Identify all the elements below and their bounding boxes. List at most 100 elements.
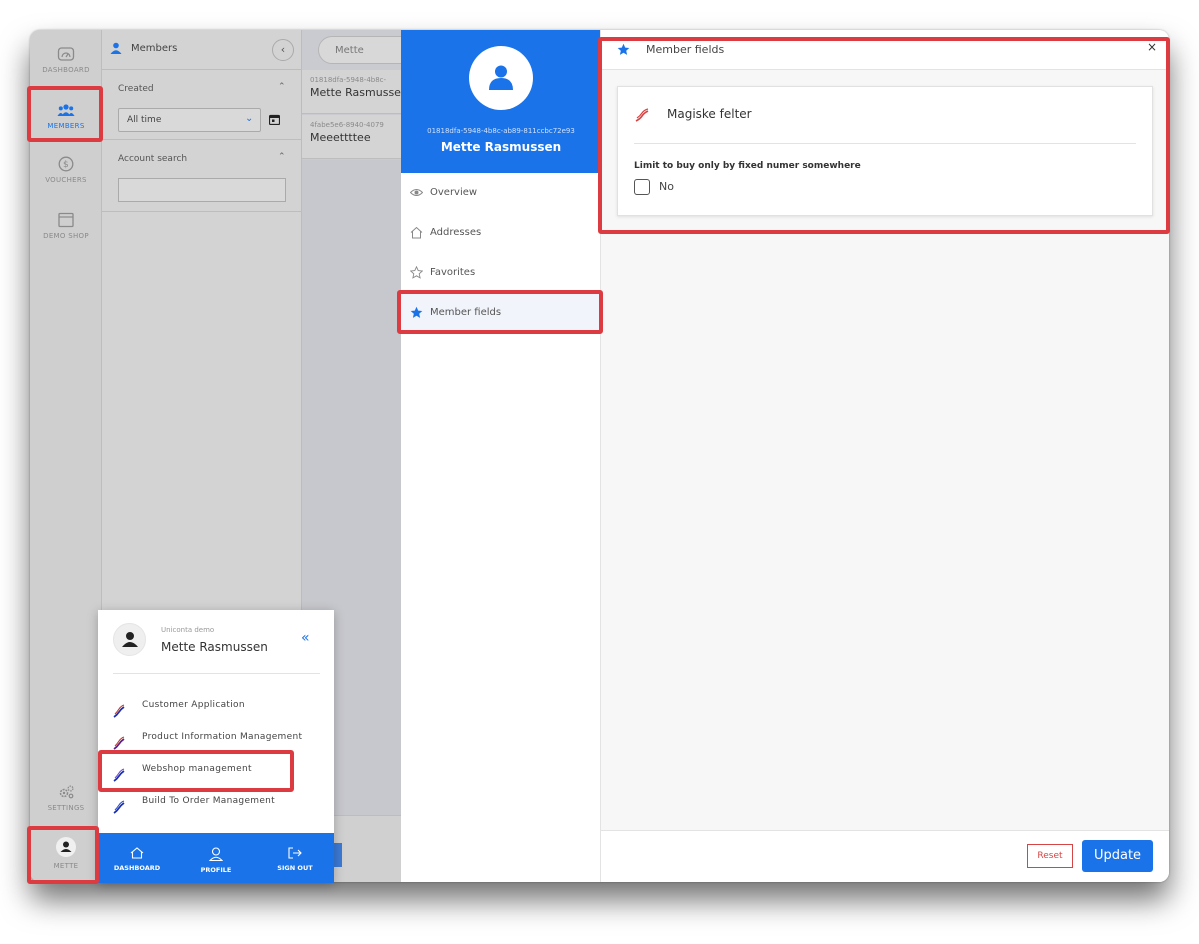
reset-button[interactable]: Reset <box>1027 844 1073 868</box>
popup-profile-label: PROFILE <box>200 866 232 874</box>
nav-item-label: Addresses <box>430 227 482 238</box>
created-select[interactable]: All time ⌄ <box>118 108 261 132</box>
card-title: Magiske felter <box>667 107 752 121</box>
chevron-up-icon[interactable]: ⌃ <box>278 82 286 92</box>
popup-divider <box>113 673 320 674</box>
popup-profile-button[interactable]: PROFILE <box>177 833 255 883</box>
update-button[interactable]: Update <box>1082 840 1153 872</box>
svg-text:$: $ <box>63 160 69 170</box>
list-item-id: 4fabe5e6-8940-4079 <box>310 121 384 129</box>
limit-checkbox[interactable] <box>634 179 650 195</box>
app-link-icon <box>113 768 125 782</box>
sign-out-icon <box>288 847 302 859</box>
profile-banner: 01818dfa-5948-4b8c-ab89-811ccbc72e93 Met… <box>401 30 600 173</box>
app-link-icon <box>113 800 125 814</box>
members-group-icon <box>57 104 75 116</box>
star-outline-icon <box>410 266 423 279</box>
app-item-label: Build To Order Management <box>142 796 276 806</box>
list-item[interactable]: 4fabe5e6-8940-4079 Meeettttee <box>302 115 402 159</box>
star-filled-icon <box>410 306 423 318</box>
popup-organization: Uniconta demo <box>161 626 215 634</box>
list-item[interactable]: 01818dfa-5948-4b8c- Mette Rasmusse <box>302 70 402 114</box>
popup-sign-out-label: SIGN OUT <box>277 864 313 872</box>
chevron-up-icon[interactable]: ⌃ <box>278 152 286 162</box>
magic-wand-icon <box>635 108 649 122</box>
app-item-label: Customer Application <box>142 700 245 710</box>
popup-user-name: Mette Rasmussen <box>161 640 268 654</box>
popup-sign-out-button[interactable]: SIGN OUT <box>256 833 334 883</box>
rail-label-settings: SETTINGS <box>47 804 85 812</box>
profile-id: 01818dfa-5948-4b8c-ab89-811ccbc72e93 <box>427 127 575 135</box>
list-item-name: Meeettttee <box>310 131 371 144</box>
chevron-down-icon: ⌄ <box>245 113 254 124</box>
field-label: Limit to buy only by fixed numer somewhe… <box>634 161 861 171</box>
list-item-name: Mette Rasmusse <box>310 86 401 99</box>
calendar-icon[interactable] <box>269 114 280 125</box>
close-icon[interactable]: × <box>1147 40 1157 54</box>
double-chevron-left-icon[interactable]: « <box>301 630 310 646</box>
rail-item-settings[interactable]: SETTINGS <box>30 784 102 812</box>
gears-icon <box>59 785 74 799</box>
rail-label-demo-shop: DEMO SHOP <box>43 232 89 240</box>
rail-label-vouchers: VOUCHERS <box>45 176 87 184</box>
member-search-value: Mette <box>335 45 364 56</box>
rail-label-user: METTE <box>53 862 79 870</box>
eye-icon <box>410 189 423 196</box>
app-link-icon <box>113 736 125 750</box>
star-filled-icon <box>617 43 630 55</box>
user-menu-popup: Uniconta demo Mette Rasmussen « Customer… <box>98 610 334 883</box>
app-item-webshop-management[interactable]: Webshop management <box>98 760 334 790</box>
popup-dashboard-label: DASHBOARD <box>113 864 161 872</box>
rail-item-user[interactable]: METTE <box>30 836 102 870</box>
app-item-label: Webshop management <box>142 764 252 774</box>
app-link-icon <box>113 704 125 718</box>
popup-bottom-bar: DASHBOARD PROFILE SIGN OUT <box>98 833 334 883</box>
members-panel-title: Members <box>131 43 178 54</box>
created-select-value: All time <box>127 115 162 125</box>
dashboard-gauge-icon <box>57 47 75 61</box>
rail-label-members: MEMBERS <box>47 122 85 130</box>
nav-item-label: Member fields <box>430 307 502 318</box>
home-icon <box>130 847 144 859</box>
app-item-customer-application[interactable]: Customer Application <box>98 696 334 726</box>
collapse-panel-button[interactable]: ‹ <box>272 39 294 61</box>
app-item-pim[interactable]: Product Information Management <box>98 728 334 758</box>
shop-window-icon <box>58 212 74 228</box>
user-avatar-icon <box>56 837 76 857</box>
members-person-icon <box>110 42 122 54</box>
member-profile-panel: 01818dfa-5948-4b8c-ab89-811ccbc72e93 Met… <box>401 30 601 882</box>
content-footer: Reset Update <box>601 830 1169 882</box>
app-item-build-to-order[interactable]: Build To Order Management <box>98 792 334 822</box>
card-divider <box>634 143 1136 144</box>
person-outline-icon <box>209 847 223 861</box>
nav-item-addresses[interactable]: Addresses <box>401 213 601 253</box>
nav-item-label: Overview <box>430 187 478 198</box>
account-search-input[interactable] <box>118 178 286 202</box>
rail-label-dashboard: DASHBOARD <box>42 66 90 74</box>
app-item-label: Product Information Management <box>142 732 303 742</box>
checkbox-label: No <box>659 180 674 193</box>
rail-item-members[interactable]: MEMBERS <box>30 102 102 130</box>
dollar-coin-icon: $ <box>58 156 74 172</box>
account-search-label: Account search <box>118 154 188 164</box>
member-fields-card: Magiske felter Limit to buy only by fixe… <box>617 86 1153 216</box>
rail-item-demo-shop[interactable]: DEMO SHOP <box>30 212 102 240</box>
list-item-id: 01818dfa-5948-4b8c- <box>310 76 387 84</box>
profile-name: Mette Rasmussen <box>440 140 562 154</box>
nav-item-member-fields[interactable]: Member fields <box>401 293 601 333</box>
nav-item-overview[interactable]: Overview <box>401 173 601 213</box>
content-header: Member fields × <box>601 30 1169 70</box>
user-avatar-icon <box>489 65 513 90</box>
created-filter-label: Created <box>118 84 154 94</box>
rail-item-dashboard[interactable]: DASHBOARD <box>30 46 102 74</box>
nav-item-favorites[interactable]: Favorites <box>401 253 601 293</box>
chevron-left-icon: ‹ <box>280 43 286 56</box>
home-icon <box>410 226 423 239</box>
member-fields-content: Member fields × Magiske felter Limit to … <box>601 30 1169 882</box>
popup-dashboard-button[interactable]: DASHBOARD <box>98 833 176 883</box>
profile-avatar <box>469 46 533 110</box>
left-rail: DASHBOARD MEMBERS $ VOUCHERS DEMO SHOP S… <box>30 30 102 882</box>
page-title: Member fields <box>646 43 725 56</box>
rail-item-vouchers[interactable]: $ VOUCHERS <box>30 156 102 184</box>
user-avatar-icon <box>122 632 138 647</box>
